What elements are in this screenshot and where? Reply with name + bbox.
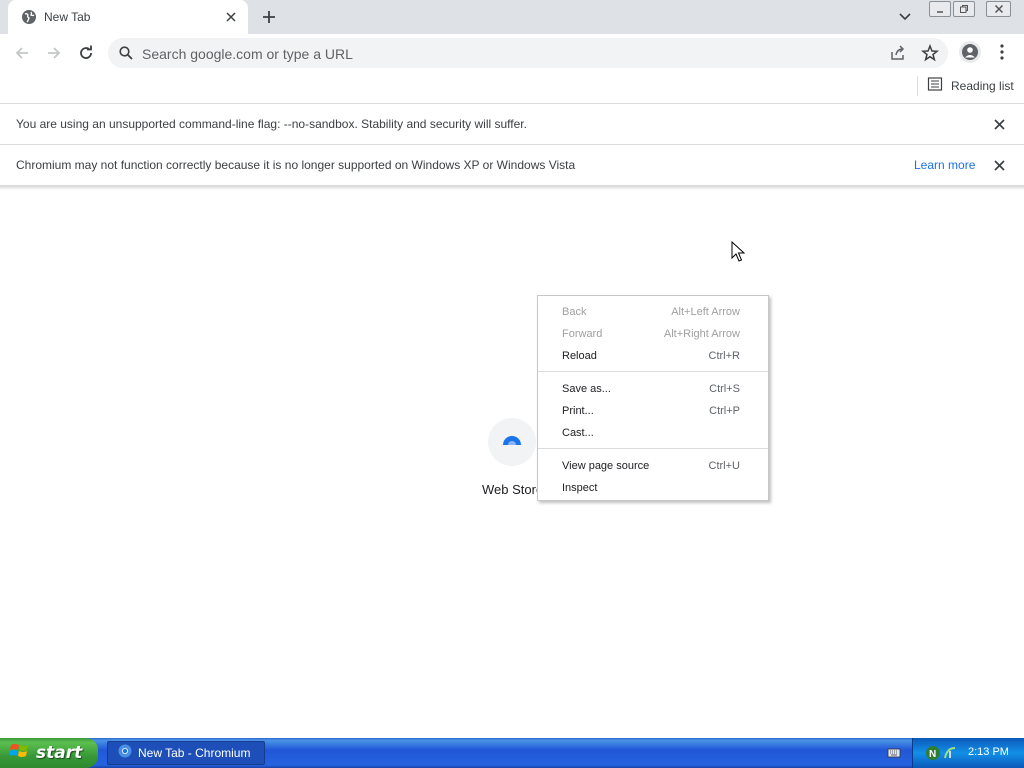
context-menu: Back Alt+Left Arrow Forward Alt+Right Ar… — [537, 295, 769, 501]
close-icon[interactable] — [991, 116, 1007, 132]
divider — [917, 76, 918, 96]
menu-item-label: Back — [562, 306, 587, 318]
menu-item-back[interactable]: Back Alt+Left Arrow — [538, 301, 768, 323]
toolbar: Search google.com or type a URL — [0, 34, 1024, 72]
shortcut-label: Web Store — [482, 482, 544, 497]
menu-item-shortcut: Ctrl+P — [709, 405, 740, 417]
infobar-message: Chromium may not function correctly beca… — [16, 158, 576, 172]
menu-item-shortcut: Ctrl+S — [709, 383, 740, 395]
menu-item-label: Reload — [562, 350, 597, 362]
search-icon — [119, 46, 133, 65]
menu-item-shortcut: Alt+Left Arrow — [671, 306, 740, 318]
network-icon[interactable]: N — [925, 745, 941, 761]
plus-icon[interactable] — [258, 6, 280, 28]
restore-icon[interactable] — [953, 1, 975, 17]
close-icon[interactable] — [222, 8, 240, 26]
menu-item-print[interactable]: Print... Ctrl+P — [538, 400, 768, 422]
taskbar-item-chromium[interactable]: New Tab - Chromium — [107, 741, 265, 765]
menu-separator — [538, 371, 768, 372]
menu-item-view-source[interactable]: View page source Ctrl+U — [538, 455, 768, 477]
tab-new-tab[interactable]: New Tab — [8, 0, 248, 34]
infobar-shadow — [0, 186, 1024, 190]
close-icon[interactable] — [991, 157, 1007, 173]
bookmark-bar: Reading list — [0, 72, 1024, 104]
omnibox[interactable]: Search google.com or type a URL — [108, 38, 948, 68]
close-icon[interactable] — [986, 1, 1011, 17]
menu-item-reload[interactable]: Reload Ctrl+R — [538, 345, 768, 367]
menu-item-label: Inspect — [562, 482, 598, 494]
infobar-message: You are using an unsupported command-lin… — [16, 117, 527, 131]
menu-item-label: Cast... — [562, 427, 594, 439]
chevron-down-icon[interactable] — [895, 8, 915, 26]
tab-title: New Tab — [44, 10, 91, 24]
menu-item-label: Print... — [562, 405, 594, 417]
shortcut-web-store[interactable] — [488, 418, 536, 466]
infobar-unsupported-os: Chromium may not function correctly beca… — [0, 145, 1024, 186]
reading-list-icon — [927, 77, 943, 94]
menu-item-cast[interactable]: Cast... — [538, 422, 768, 444]
learn-more-link[interactable]: Learn more — [914, 158, 975, 172]
tab-strip: New Tab — [0, 0, 1024, 34]
reading-list-button[interactable]: Reading list — [927, 77, 1014, 94]
shield-icon[interactable] — [942, 745, 958, 761]
omnibox-placeholder: Search google.com or type a URL — [142, 46, 353, 62]
forward-icon[interactable] — [42, 41, 66, 65]
menu-item-shortcut: Ctrl+R — [708, 350, 740, 362]
menu-icon[interactable] — [994, 41, 1010, 63]
reload-icon[interactable] — [74, 41, 98, 65]
svg-text:N: N — [929, 749, 936, 760]
menu-item-shortcut: Ctrl+U — [708, 460, 740, 472]
menu-item-label: Forward — [562, 328, 603, 340]
menu-item-label: Save as... — [562, 383, 611, 395]
menu-separator — [538, 448, 768, 449]
menu-item-inspect[interactable]: Inspect — [538, 477, 768, 499]
start-label: start — [36, 743, 83, 763]
share-icon[interactable] — [889, 44, 907, 62]
webstore-icon — [501, 433, 523, 452]
profile-icon[interactable] — [959, 41, 981, 63]
system-tray: N 2:13 PM — [912, 738, 1024, 768]
infobar-sandbox: You are using an unsupported command-lin… — [0, 104, 1024, 145]
globe-icon — [21, 9, 37, 25]
start-button[interactable]: start — [0, 738, 98, 768]
taskbar-item-label: New Tab - Chromium — [138, 746, 251, 760]
menu-item-save-as[interactable]: Save as... Ctrl+S — [538, 378, 768, 400]
star-icon[interactable] — [921, 43, 939, 62]
back-icon[interactable] — [10, 41, 34, 65]
cursor-icon — [731, 240, 746, 268]
menu-item-label: View page source — [562, 460, 650, 472]
taskbar: start New Tab - Chromium N 2:13 PM — [0, 738, 1024, 768]
chromium-icon — [118, 744, 132, 763]
reading-list-label: Reading list — [951, 78, 1014, 93]
clock: 2:13 PM — [968, 746, 1009, 758]
menu-item-shortcut: Alt+Right Arrow — [663, 328, 740, 340]
minimize-icon[interactable] — [929, 1, 951, 17]
menu-item-forward[interactable]: Forward Alt+Right Arrow — [538, 323, 768, 345]
keyboard-icon[interactable] — [887, 745, 901, 759]
windows-logo-icon — [9, 742, 30, 765]
